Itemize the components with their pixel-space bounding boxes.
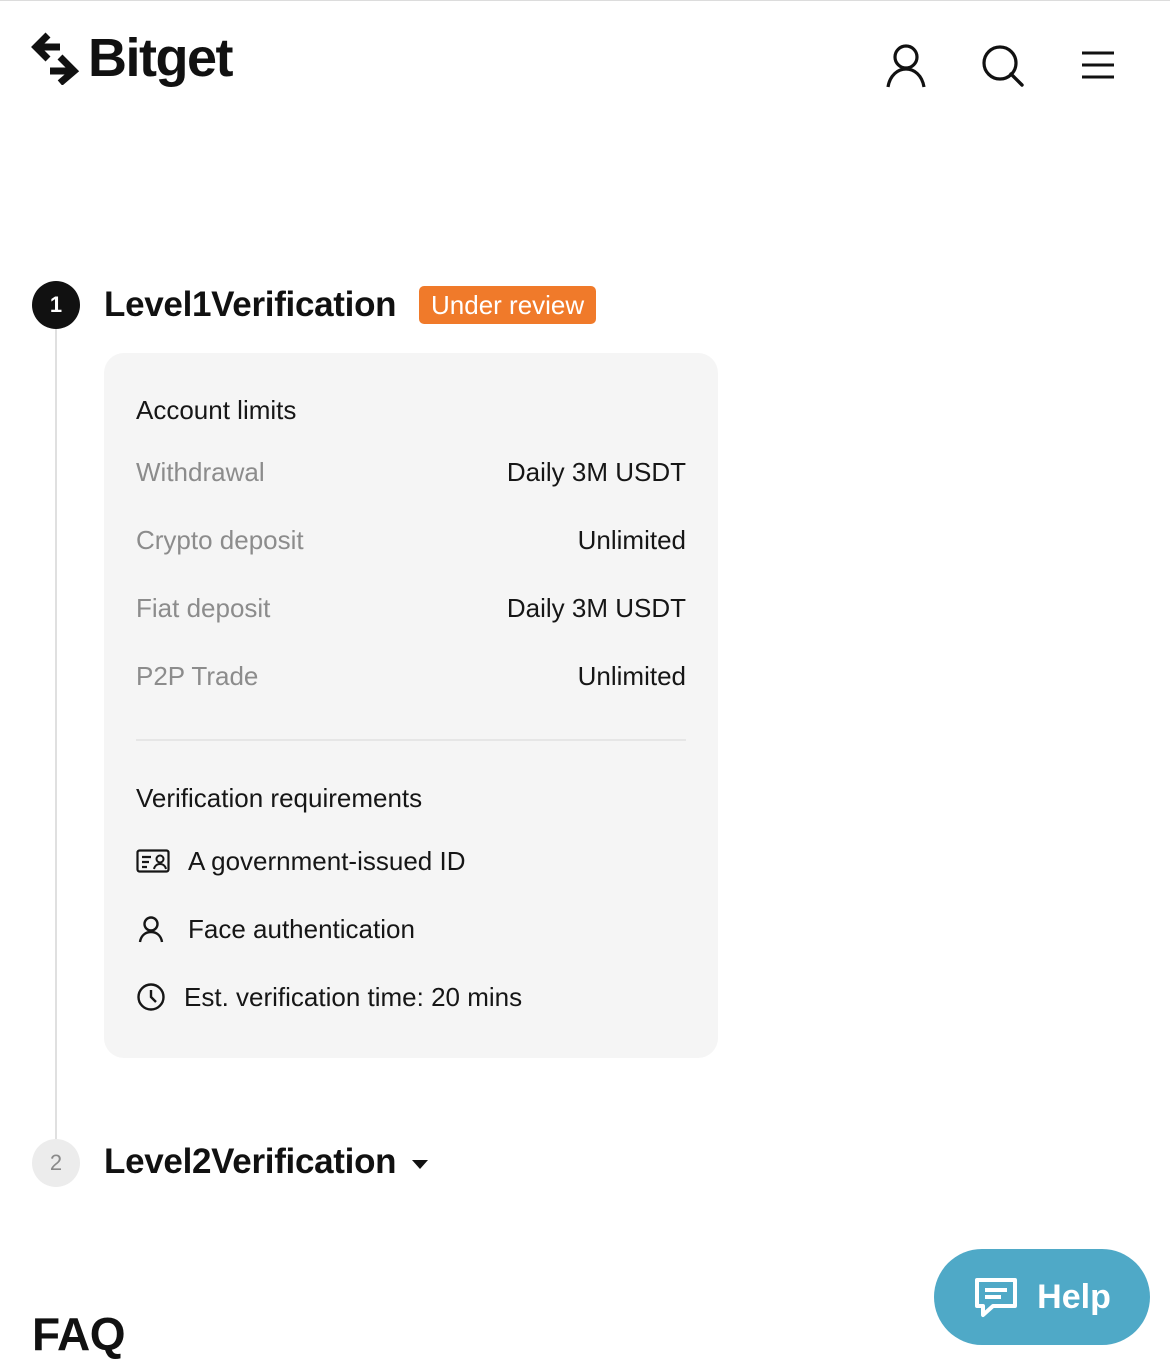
level1-details-card: Account limits Withdrawal Daily 3M USDT …: [104, 353, 718, 1058]
requirement-text: A government-issued ID: [188, 845, 466, 876]
id-card-icon: [136, 845, 172, 877]
chat-icon: [975, 1278, 1018, 1317]
search-icon[interactable]: [978, 41, 1026, 89]
step-2-indicator: 2: [32, 1139, 80, 1187]
requirement-text: Face authentication: [188, 913, 415, 944]
bitget-logo[interactable]: Bitget: [30, 28, 233, 88]
account-limits-heading: Account limits: [136, 395, 297, 425]
requirement-item-id: A government-issued ID: [136, 845, 465, 877]
limit-label: Withdrawal: [136, 457, 265, 487]
limit-value: Daily 3M USDT: [506, 593, 686, 623]
limit-row-p2p-trade: P2P Trade Unlimited: [136, 661, 686, 692]
help-button[interactable]: Help: [934, 1249, 1150, 1345]
clock-icon: [136, 981, 168, 1013]
page: Bitget 1 Level1Verification Under review…: [0, 0, 1170, 1364]
bitget-logo-icon: [31, 32, 80, 85]
limit-value: Daily 3M USDT: [506, 457, 686, 487]
menu-icon[interactable]: [1074, 41, 1122, 89]
limit-label: Fiat deposit: [136, 593, 271, 623]
caret-down-icon: [412, 1159, 429, 1169]
faq-heading: FAQ: [32, 1308, 126, 1360]
limit-row-fiat-deposit: Fiat deposit Daily 3M USDT: [136, 593, 686, 624]
step-1-indicator: 1: [32, 281, 80, 329]
limit-value: Unlimited: [577, 661, 686, 691]
level1-title: Level1Verification: [104, 285, 397, 324]
person-icon: [136, 913, 172, 945]
logo-text: Bitget: [88, 28, 233, 88]
level2-toggle[interactable]: Level2Verification: [104, 1142, 429, 1182]
limit-row-crypto-deposit: Crypto deposit Unlimited: [136, 525, 686, 556]
status-badge: Under review: [419, 286, 597, 324]
requirement-item-time: Est. verification time: 20 mins: [136, 981, 522, 1013]
limit-row-withdrawal: Withdrawal Daily 3M USDT: [136, 457, 686, 488]
limit-label: P2P Trade: [136, 661, 259, 691]
level2-title: Level2Verification: [104, 1142, 397, 1181]
requirement-item-face: Face authentication: [136, 913, 415, 945]
requirement-text: Est. verification time: 20 mins: [184, 981, 523, 1012]
verification-requirements-heading: Verification requirements: [136, 783, 423, 813]
limit-value: Unlimited: [577, 525, 686, 555]
limit-label: Crypto deposit: [136, 525, 304, 555]
card-divider: [136, 739, 686, 741]
stepper-line: [55, 321, 57, 1141]
user-icon[interactable]: [882, 41, 930, 89]
help-label: Help: [1037, 1277, 1111, 1316]
